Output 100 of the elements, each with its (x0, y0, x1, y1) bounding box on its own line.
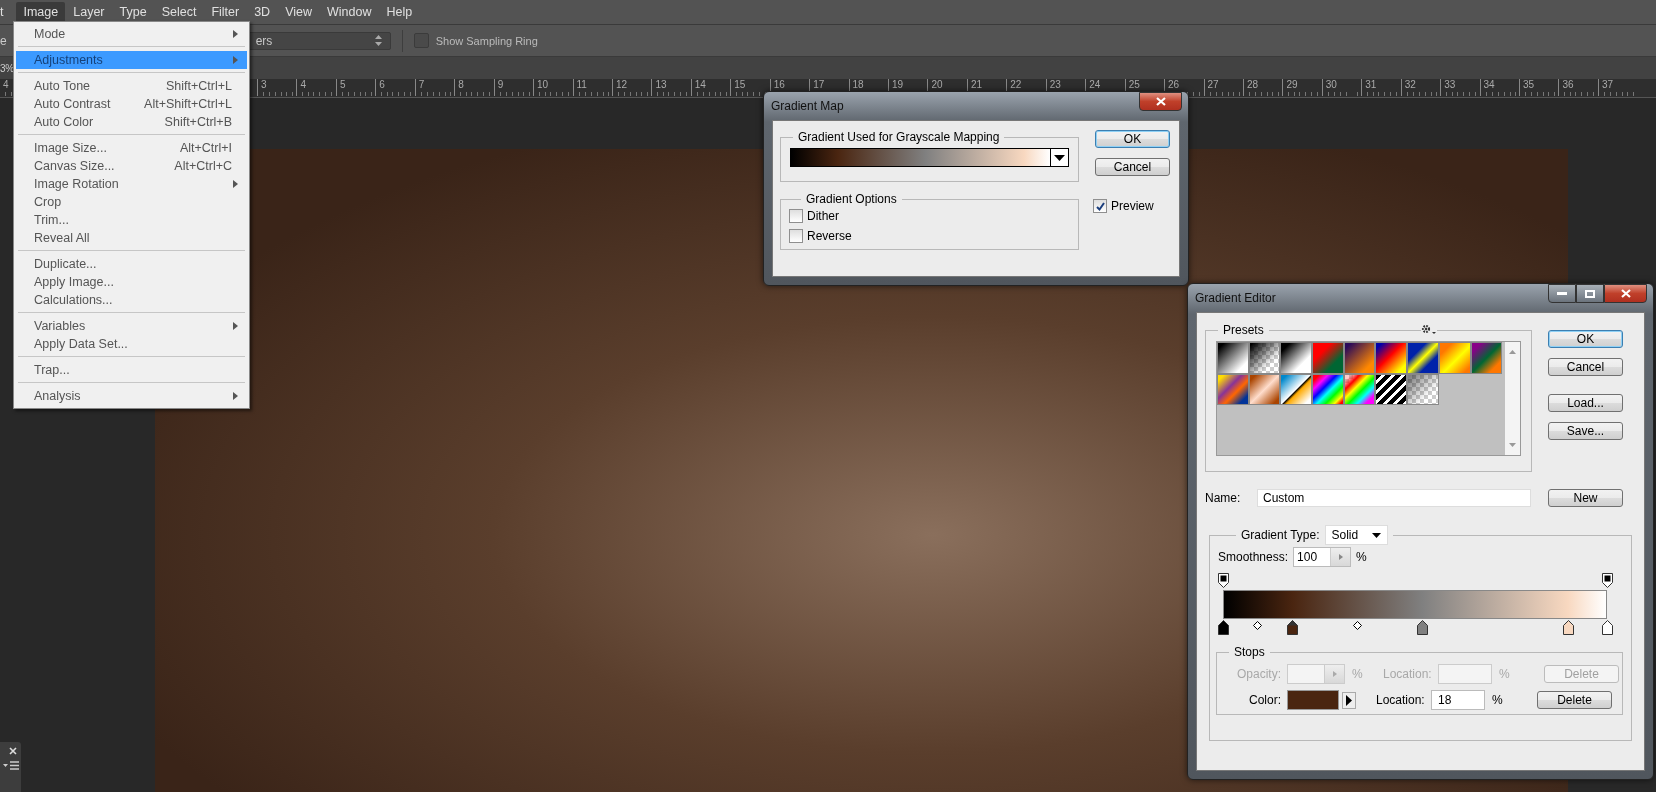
panel-menu-icon[interactable] (3, 761, 19, 770)
preset-swatch[interactable] (1312, 373, 1344, 406)
checkbox[interactable] (789, 229, 803, 243)
menu-item[interactable]: Apply Image... (16, 273, 247, 291)
preset-swatch[interactable] (1280, 373, 1313, 406)
gradient-dropdown[interactable] (790, 148, 1069, 167)
name-field[interactable]: Custom (1257, 489, 1531, 507)
preset-swatch[interactable] (1407, 373, 1439, 406)
opacity-stop-handle[interactable] (1217, 573, 1229, 588)
preset-swatch[interactable] (1312, 342, 1344, 374)
color-swatch[interactable] (1287, 690, 1339, 710)
menu-item[interactable]: Canvas Size... Alt+Ctrl+C (16, 157, 247, 175)
scroll-up-icon[interactable] (1509, 350, 1516, 354)
opacity-field[interactable] (1287, 664, 1345, 684)
dialog-button[interactable]: OK (1548, 330, 1623, 348)
midpoint-diamond-icon[interactable] (1352, 621, 1362, 630)
dialog-button[interactable]: Cancel (1548, 358, 1623, 376)
color-stop-handle[interactable] (1563, 620, 1575, 635)
menu-item[interactable]: Image Rotation (16, 175, 247, 193)
ruler-label: 27 (1203, 79, 1243, 96)
color-stop-handle[interactable] (1217, 620, 1229, 635)
field-label: Smoothness: (1218, 550, 1289, 564)
menu-bar-item[interactable]: View (278, 2, 319, 22)
field-label: Gradient Type: (1241, 528, 1320, 542)
minimize-icon (1557, 291, 1567, 296)
menu-item[interactable]: Reveal All (16, 229, 247, 247)
checkbox-label: Dither (807, 209, 839, 223)
caret-icon (1051, 154, 1068, 161)
menu-bar-item[interactable]: Type (112, 2, 154, 22)
ruler-label: 34 (1479, 79, 1519, 96)
menu-item[interactable]: Analysis (16, 387, 247, 405)
menu-bar-item[interactable]: Select (154, 2, 204, 22)
preset-swatch[interactable] (1407, 342, 1439, 374)
opacity-stop-handle[interactable] (1601, 573, 1613, 588)
dialog-button[interactable]: Cancel (1095, 158, 1170, 176)
preset-swatch[interactable] (1280, 342, 1313, 374)
midpoint-diamond-icon[interactable] (1253, 621, 1263, 630)
menu-item[interactable]: Crop (16, 193, 247, 211)
new-button[interactable]: New (1548, 489, 1623, 507)
menu-item[interactable]: Apply Data Set... (16, 335, 247, 353)
checkbox[interactable] (1093, 199, 1107, 213)
menu-item[interactable]: Duplicate... (16, 255, 247, 273)
menu-item[interactable]: Trap... (16, 361, 247, 379)
preset-swatch[interactable] (1248, 342, 1281, 374)
scroll-down-icon[interactable] (1509, 443, 1516, 447)
maximize-button[interactable] (1576, 284, 1604, 303)
tool-option-label: e (0, 33, 7, 48)
menu-item[interactable]: Trim... (16, 211, 247, 229)
menu-bar-item[interactable]: Help (379, 2, 420, 22)
caret-icon (1372, 532, 1382, 538)
preset-swatch[interactable] (1217, 373, 1249, 406)
menu-item[interactable]: Auto Contrast Alt+Shift+Ctrl+L (16, 95, 247, 113)
preset-swatch[interactable] (1375, 342, 1408, 374)
minimize-button[interactable] (1548, 284, 1576, 303)
preset-swatch[interactable] (1470, 342, 1503, 374)
spin-arrow-icon[interactable] (1338, 554, 1343, 560)
menu-item[interactable]: Calculations... (16, 291, 247, 309)
color-stop-handle[interactable] (1286, 620, 1298, 635)
checkbox[interactable] (413, 33, 429, 48)
menu-bar-item[interactable]: Layer (66, 2, 112, 22)
close-button[interactable] (1139, 92, 1182, 111)
close-button[interactable] (1604, 284, 1647, 303)
smoothness-field[interactable]: 100 (1293, 547, 1352, 567)
preset-swatch[interactable] (1375, 373, 1408, 406)
group-label: Gradient Used for Grayscale Mapping (797, 130, 1001, 144)
dialog-button[interactable]: OK (1095, 130, 1170, 148)
color-stop-handle[interactable] (1417, 620, 1429, 635)
menu-item[interactable]: Variables (16, 317, 247, 335)
menu-item[interactable]: Auto Color Shift+Ctrl+B (16, 113, 247, 131)
dialog-button[interactable]: Save... (1548, 422, 1623, 440)
gradient-bar[interactable] (1223, 590, 1607, 619)
preset-swatch[interactable] (1217, 342, 1249, 374)
field-label: Location: (1383, 667, 1433, 681)
close-icon (1155, 97, 1166, 106)
menu-bar-item[interactable]: 3D (247, 2, 278, 22)
location-field[interactable]: 18 (1431, 690, 1485, 710)
delete-button[interactable]: Delete (1537, 691, 1612, 709)
gradient-type-dropdown[interactable]: Solid (1324, 525, 1389, 545)
scrollbar[interactable] (1505, 342, 1520, 455)
color-stop-handle[interactable] (1601, 620, 1613, 635)
preset-swatch[interactable] (1438, 342, 1471, 374)
up-down-arrows-icon (374, 35, 382, 46)
field-label: Name: (1205, 491, 1242, 505)
menu-bar-item[interactable]: Filter (204, 2, 247, 22)
gear-icon[interactable] (1421, 324, 1437, 335)
menu-bar-item[interactable]: t (0, 2, 11, 22)
window-title: Gradient Map (771, 99, 844, 113)
field-label: Location: (1376, 693, 1426, 707)
preset-swatch[interactable] (1343, 342, 1376, 374)
menu-bar-item[interactable]: Image (16, 2, 66, 22)
checkbox[interactable] (789, 209, 803, 223)
dialog-button[interactable]: Load... (1548, 394, 1623, 412)
location-field[interactable] (1438, 664, 1492, 684)
submenu-arrow-icon (233, 322, 238, 330)
maximize-icon (1585, 289, 1595, 298)
menu-item[interactable]: Image Size... Alt+Ctrl+I (16, 139, 247, 157)
close-icon[interactable] (9, 747, 17, 755)
field-label: Color: (1248, 693, 1282, 707)
unit-label: % (1351, 667, 1364, 681)
menu-bar-item[interactable]: Window (320, 2, 379, 22)
